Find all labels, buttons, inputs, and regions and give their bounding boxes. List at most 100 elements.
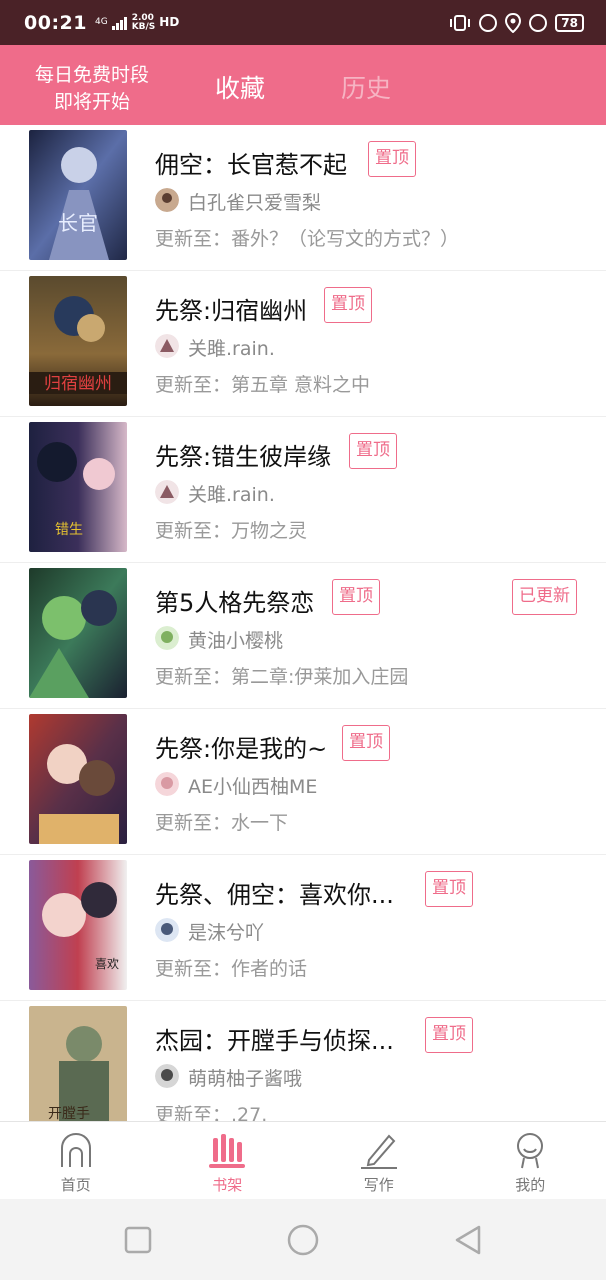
nav-home[interactable]: 首页 [0, 1122, 152, 1199]
pen-icon [360, 1134, 397, 1169]
author-name[interactable]: 是沫兮吖 [188, 918, 264, 945]
author-name[interactable]: 白孔雀只爱雪梨 [188, 188, 321, 215]
updated-badge: 已更新 [512, 579, 577, 615]
book-cover[interactable]: 开膛手 [29, 1006, 127, 1121]
pin-badge[interactable]: 置顶 [368, 141, 416, 177]
author-avatar [155, 188, 179, 212]
svg-text:归宿幽州: 归宿幽州 [44, 374, 112, 394]
book-cover[interactable] [29, 714, 127, 844]
book-cover[interactable] [29, 568, 127, 698]
nav-bookshelf-label: 书架 [212, 1176, 243, 1194]
chapter-title: 水一下 [231, 812, 289, 834]
update-prefix: 更新至： [155, 958, 232, 980]
nav-write-label: 写作 [363, 1176, 394, 1194]
book-title[interactable]: 杰园：开膛手与侦探... [155, 1021, 394, 1056]
nav-write[interactable]: 写作 [303, 1122, 455, 1199]
update-prefix: 更新至： [155, 374, 232, 396]
latest-chapter: 更新至：.27. [155, 1100, 267, 1121]
system-nav-bar [0, 1199, 606, 1280]
chapter-title: 番外？（论写文的方式？） [231, 228, 460, 250]
pin-badge[interactable]: 置顶 [324, 287, 372, 323]
author-avatar [155, 772, 179, 796]
book-title[interactable]: 第5人格先祭恋 [155, 583, 314, 618]
status-time: 00:21 [24, 11, 87, 34]
signal-type: 4G [94, 17, 108, 27]
status-bar: 00:21 4G 2.00 KB/S HD 78 [0, 0, 606, 45]
latest-chapter: 更新至：番外？（论写文的方式？） [155, 224, 459, 251]
book-item[interactable]: 归宿幽州 先祭:归宿幽州 置顶 关雎.rain. 更新至：第五章 意料之中 [0, 271, 606, 417]
latest-chapter: 更新至：第二章:伊莱加入庄园 [155, 662, 408, 689]
book-item[interactable]: 开膛手 杰园：开膛手与侦探... 置顶 萌萌柚子酱哦 更新至：.27. [0, 1001, 606, 1121]
svg-text:开膛手: 开膛手 [48, 1106, 90, 1121]
network-indicator: 4G 2.00 KB/S HD [94, 13, 180, 32]
update-prefix: 更新至： [155, 1104, 232, 1121]
location-icon [505, 12, 522, 33]
signal-icon [111, 16, 127, 30]
book-item[interactable]: 喜欢 先祭、佣空：喜欢你... 置顶 是沫兮吖 更新至：作者的话 [0, 855, 606, 1001]
recents-icon[interactable] [121, 1223, 155, 1257]
author-name[interactable]: 黄油小樱桃 [188, 626, 283, 653]
latest-chapter: 更新至：第五章 意料之中 [155, 370, 370, 397]
update-prefix: 更新至： [155, 666, 232, 688]
bottom-nav: 首页 书架 写作 我的 [0, 1121, 606, 1199]
promo-line-1: 每日免费时段 [34, 64, 149, 86]
book-item[interactable]: 第5人格先祭恋 置顶 已更新 黄油小樱桃 更新至：第二章:伊莱加入庄园 [0, 563, 606, 709]
author-name[interactable]: AE小仙西柚ME [188, 772, 317, 799]
pin-badge[interactable]: 置顶 [425, 871, 473, 907]
book-cover[interactable]: 错生 [29, 422, 127, 552]
vibrate-icon [450, 14, 471, 31]
author-avatar [155, 626, 179, 650]
nav-bookshelf[interactable]: 书架 [152, 1122, 304, 1199]
author-name[interactable]: 关雎.rain. [188, 480, 275, 507]
nav-profile[interactable]: 我的 [455, 1122, 606, 1199]
book-item[interactable]: 错生 先祭:错生彼岸缘 置顶 关雎.rain. 更新至：万物之灵 [0, 417, 606, 563]
lock-icon [479, 13, 498, 32]
author-avatar [155, 334, 179, 358]
home-icon [60, 1132, 91, 1167]
chapter-title: 第二章:伊莱加入庄园 [231, 666, 409, 688]
home-button-icon[interactable] [286, 1223, 320, 1257]
pin-badge[interactable]: 置顶 [342, 725, 390, 761]
book-title[interactable]: 佣空：长官惹不起 [155, 145, 347, 180]
battery-indicator: 78 [555, 13, 584, 32]
author-avatar [155, 1064, 179, 1088]
svg-text:喜欢: 喜欢 [95, 956, 119, 971]
hd-indicator: HD [159, 15, 180, 29]
author-name[interactable]: 萌萌柚子酱哦 [188, 1064, 302, 1091]
chapter-title: 第五章 意料之中 [231, 374, 371, 396]
author-avatar [155, 918, 179, 942]
update-prefix: 更新至： [155, 520, 232, 542]
author-name[interactable]: 关雎.rain. [188, 334, 275, 361]
book-cover[interactable]: 喜欢 [29, 860, 127, 990]
book-title[interactable]: 先祭:归宿幽州 [155, 291, 307, 326]
alarm-icon [529, 13, 548, 32]
book-title[interactable]: 先祭:你是我的~ [155, 729, 327, 764]
back-icon[interactable] [451, 1223, 485, 1257]
latest-chapter: 更新至：万物之灵 [155, 516, 307, 543]
tab-history[interactable]: 历史 [341, 69, 391, 105]
book-item[interactable]: 先祭:你是我的~ 置顶 AE小仙西柚ME 更新至：水一下 [0, 709, 606, 855]
book-list[interactable]: 长官 佣空：长官惹不起 置顶 白孔雀只爱雪梨 更新至：番外？（论写文的方式？） … [0, 125, 606, 1121]
tab-favorites[interactable]: 收藏 [215, 69, 265, 105]
svg-text:长官: 长官 [58, 211, 98, 235]
nav-profile-label: 我的 [515, 1176, 546, 1194]
book-title[interactable]: 先祭、佣空：喜欢你... [155, 875, 394, 910]
book-title[interactable]: 先祭:错生彼岸缘 [155, 437, 331, 472]
top-header: 每日免费时段 即将开始 收藏 历史 [0, 45, 606, 125]
update-prefix: 更新至： [155, 812, 232, 834]
pin-badge[interactable]: 置顶 [425, 1017, 473, 1053]
profile-icon [517, 1133, 544, 1169]
pin-badge[interactable]: 置顶 [332, 579, 380, 615]
bookshelf-icon [209, 1134, 246, 1168]
status-icons: 78 [449, 12, 584, 33]
pin-badge[interactable]: 置顶 [349, 433, 397, 469]
speed-unit: KB/S [131, 21, 156, 32]
author-avatar [155, 480, 179, 504]
book-cover[interactable]: 长官 [29, 130, 127, 260]
nav-home-label: 首页 [60, 1176, 91, 1194]
chapter-title: 作者的话 [231, 958, 308, 980]
latest-chapter: 更新至：作者的话 [155, 954, 307, 981]
book-cover[interactable]: 归宿幽州 [29, 276, 127, 406]
book-item[interactable]: 长官 佣空：长官惹不起 置顶 白孔雀只爱雪梨 更新至：番外？（论写文的方式？） [0, 125, 606, 271]
free-period-button[interactable]: 每日免费时段 即将开始 [22, 62, 162, 116]
